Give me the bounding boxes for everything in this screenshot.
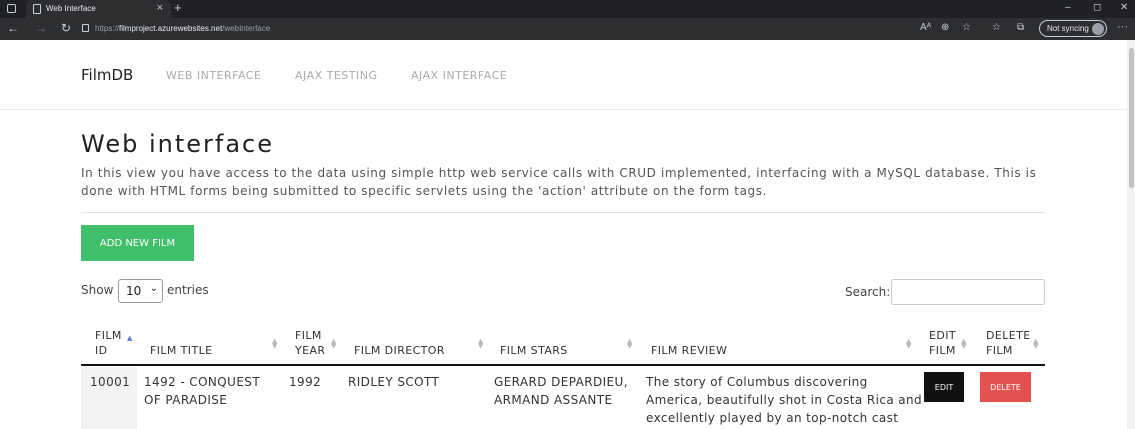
cell-film-year: 1992 <box>289 375 322 389</box>
entries-label: entries <box>167 283 209 297</box>
nav-link-web-interface[interactable]: WEB INTERFACE <box>166 69 261 82</box>
back-icon[interactable]: ← <box>7 21 19 35</box>
table-row: 10001 1492 - CONQUEST OF PARADISE 1992 RI… <box>81 367 1045 429</box>
url-path: /webInterface <box>222 24 271 33</box>
header-edit-film-label: EDIT FILM <box>929 329 956 357</box>
header-film-director-label: FILM DIRECTOR <box>354 344 445 357</box>
browser-tab-bar: Web Interface × + – ◻ ✕ <box>0 0 1135 18</box>
nav-link-ajax-testing[interactable]: AJAX TESTING <box>295 69 378 82</box>
page-description: In this view you have access to the data… <box>81 166 1037 198</box>
table-header: FILM ID ▲ FILM TITLE ▲ ▼ FILM YEAR ▲ ▼ FILM … <box>81 320 1045 366</box>
nav-link-ajax-interface[interactable]: AJAX INTERFACE <box>411 69 507 82</box>
window-menu-icon[interactable] <box>7 4 16 13</box>
show-label: Show <box>81 283 114 297</box>
sort-icon: ▲ ▼ <box>961 337 967 350</box>
cell-film-director: RIDLEY SCOTT <box>348 375 440 389</box>
search-label: Search: <box>845 285 891 299</box>
entries-select[interactable]: 10 ⌄ <box>118 279 163 303</box>
cell-film-title: 1492 - CONQUEST OF PARADISE <box>144 375 261 407</box>
browser-tab[interactable]: Web Interface × <box>26 0 171 18</box>
divider <box>81 212 1045 213</box>
url-field[interactable]: https://filmproject.azurewebsites.net/we… <box>95 24 270 33</box>
delete-film-button[interactable]: DELETE <box>980 372 1031 402</box>
add-favorite-icon[interactable]: ☆ <box>962 22 971 33</box>
sort-icon: ▲ ▼ <box>331 337 337 350</box>
forward-icon[interactable]: → <box>35 21 47 35</box>
lock-icon[interactable] <box>82 24 89 32</box>
cell-film-review: The story of Columbus discovering America… <box>646 375 923 425</box>
avatar <box>1092 23 1104 35</box>
profile-sync-button[interactable]: Not syncing <box>1039 20 1107 37</box>
minimize-icon[interactable]: – <box>1065 2 1071 13</box>
sort-icon: ▲ ▼ <box>272 337 278 350</box>
header-film-year-label: FILM YEAR <box>295 329 326 357</box>
brand-logo[interactable]: FilmDB <box>81 66 133 84</box>
edit-film-button[interactable]: EDIT <box>924 372 964 402</box>
read-aloud-icon[interactable]: Aᴬ <box>920 22 931 33</box>
url-host: filmproject.azurewebsites.net <box>119 24 223 33</box>
site-navbar: FilmDB WEB INTERFACE AJAX TESTING AJAX I… <box>0 40 1135 110</box>
address-bar: ← → ↻ https://filmproject.azurewebsites.… <box>0 18 1135 40</box>
url-scheme: https:// <box>95 24 120 33</box>
maximize-icon[interactable]: ◻ <box>1093 2 1101 13</box>
header-delete-film-label: DELETE FILM <box>986 329 1031 357</box>
cell-film-id: 10001 <box>90 375 131 389</box>
collections-icon[interactable]: ⧉ <box>1017 22 1024 33</box>
chevron-down-icon: ⌄ <box>149 283 158 294</box>
page-favicon-icon <box>33 4 41 14</box>
page-content: FilmDB WEB INTERFACE AJAX TESTING AJAX I… <box>0 40 1135 429</box>
page-title: Web interface <box>81 130 274 158</box>
add-new-film-button[interactable]: ADD NEW FILM <box>81 225 194 261</box>
header-film-review-label: FILM REVIEW <box>651 344 728 357</box>
sort-icon: ▲ ▼ <box>478 337 484 350</box>
cell-film-stars: GERARD DEPARDIEU, ARMAND ASSANTE <box>494 375 628 407</box>
scrollbar-thumb[interactable] <box>1129 48 1134 188</box>
favorites-icon[interactable]: ☆ <box>992 22 1001 33</box>
sort-icon: ▲ ▼ <box>906 337 912 350</box>
sort-asc-icon: ▲ <box>127 334 133 342</box>
header-film-title-label: FILM TITLE <box>150 344 213 357</box>
sort-icon: ▲ ▼ <box>1033 337 1039 350</box>
window-close-icon[interactable]: ✕ <box>1120 2 1128 13</box>
new-tab-icon[interactable]: + <box>174 0 182 15</box>
sync-label: Not syncing <box>1047 24 1089 33</box>
reload-icon[interactable]: ↻ <box>61 21 71 35</box>
entries-value: 10 <box>126 284 142 298</box>
header-film-id-label: FILM ID <box>95 329 122 357</box>
header-film-stars-label: FILM STARS <box>500 344 568 357</box>
zoom-icon[interactable]: ⊕ <box>941 22 949 33</box>
tab-title: Web Interface <box>46 4 96 13</box>
search-input[interactable] <box>891 279 1045 305</box>
sort-icon: ▲ ▼ <box>627 337 633 350</box>
more-menu-icon[interactable]: ··· <box>1117 21 1128 33</box>
tab-close-icon[interactable]: × <box>157 2 163 14</box>
